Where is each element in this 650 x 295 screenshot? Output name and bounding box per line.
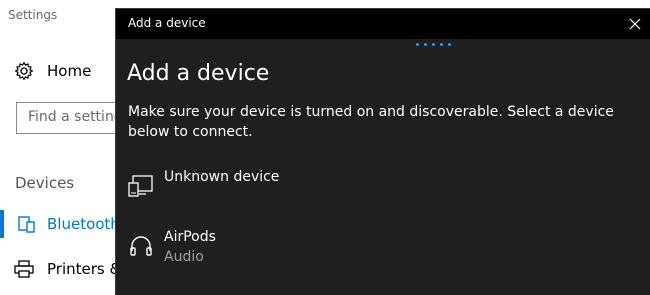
section-heading-devices: Devices <box>15 174 75 192</box>
progress-dot <box>448 43 451 46</box>
progress-dot <box>440 43 443 46</box>
device-type: Audio <box>164 249 204 265</box>
screen: Settings Home Find a setting Devices Blu… <box>0 0 650 295</box>
display-icon <box>128 175 153 197</box>
close-icon <box>629 18 641 30</box>
printer-icon <box>14 260 34 278</box>
selected-indicator <box>0 210 4 238</box>
home-label: Home <box>47 62 92 80</box>
progress-dot <box>416 43 419 46</box>
device-list-item-airpods[interactable]: AirPods Audio <box>128 227 216 267</box>
device-text: AirPods Audio <box>164 227 216 267</box>
device-name: Unknown device <box>164 169 280 185</box>
dialog-heading: Add a device <box>127 61 270 86</box>
searching-progress-indicator <box>416 43 451 47</box>
progress-dot <box>424 43 427 46</box>
sidebar-item-bluetooth[interactable]: Bluetooth <box>0 210 120 238</box>
headphones-icon <box>130 236 152 256</box>
gear-icon <box>14 61 34 81</box>
bluetooth-devices-icon <box>18 216 35 233</box>
settings-window-title: Settings <box>8 8 58 22</box>
device-list-item-unknown[interactable]: Unknown device <box>128 167 279 199</box>
device-name: AirPods <box>164 229 216 245</box>
dialog-titlebar: Add a device <box>116 9 650 39</box>
device-text: Unknown device <box>164 167 279 187</box>
add-device-dialog: Add a device Add a device Make sure your… <box>115 8 650 295</box>
sidebar-item-label: Bluetooth <box>47 215 120 233</box>
sidebar-item-label: Printers & <box>47 260 122 278</box>
sidebar-item-printers[interactable]: Printers & <box>14 260 121 278</box>
dialog-window-title: Add a device <box>128 16 206 30</box>
progress-dot <box>432 43 435 46</box>
dialog-description: Make sure your device is turned on and d… <box>128 104 614 140</box>
close-button[interactable] <box>620 9 650 39</box>
home-nav-item[interactable]: Home <box>14 61 91 81</box>
